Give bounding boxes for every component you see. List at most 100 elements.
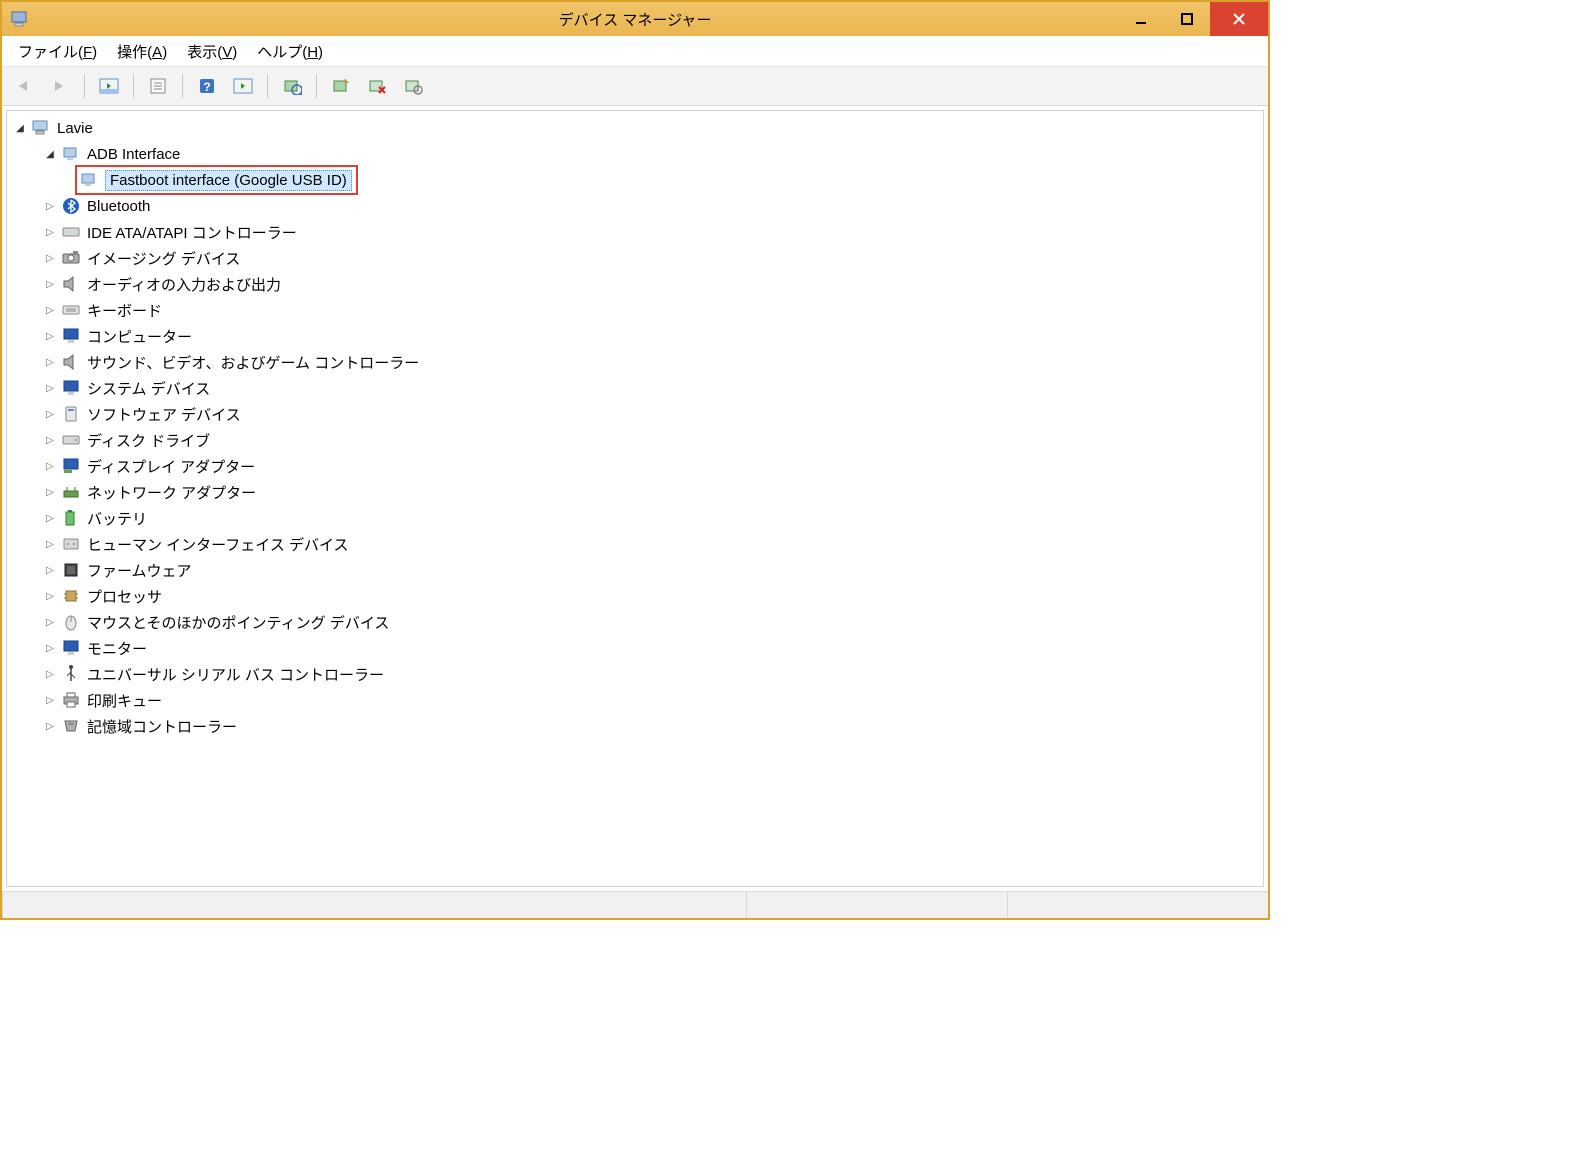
menu-help[interactable]: ヘルプ(H) <box>247 37 333 66</box>
toolbar: ? <box>2 67 1268 106</box>
expander-icon[interactable]: ▷ <box>43 719 57 733</box>
tree-label: Bluetooth <box>87 198 150 215</box>
tree-imaging[interactable]: ▷ イメージング デバイス <box>13 245 1263 271</box>
expander-icon[interactable]: ◢ <box>13 121 27 135</box>
bluetooth-icon <box>61 196 81 216</box>
tree-audio-io[interactable]: ▷ オーディオの入力および出力 <box>13 271 1263 297</box>
toolbar-separator <box>133 74 134 98</box>
expander-icon[interactable]: ▷ <box>43 693 57 707</box>
expander-icon[interactable]: ▷ <box>43 641 57 655</box>
tree-monitor[interactable]: ▷ モニター <box>13 635 1263 661</box>
toolbar-separator <box>267 74 268 98</box>
expander-icon[interactable]: ▷ <box>43 459 57 473</box>
expander-icon[interactable]: ▷ <box>43 381 57 395</box>
menu-file[interactable]: ファイル(F) <box>8 37 107 66</box>
tree-root[interactable]: ◢ Lavie <box>13 115 1263 141</box>
tree-network-adapters[interactable]: ▷ ネットワーク アダプター <box>13 479 1263 505</box>
tree-ide[interactable]: ▷ IDE ATA/ATAPI コントローラー <box>13 219 1263 245</box>
device-tree-panel[interactable]: ◢ Lavie ◢ ADB Interface <box>6 110 1264 887</box>
expander-icon[interactable]: ▷ <box>43 615 57 629</box>
tree-disk-drives[interactable]: ▷ ディスク ドライブ <box>13 427 1263 453</box>
tree-label: ディスプレイ アダプター <box>87 456 255 477</box>
tree-label: モニター <box>87 638 147 659</box>
drive-controller-icon <box>61 222 81 242</box>
enable-device-button[interactable] <box>325 71 357 101</box>
maximize-button[interactable] <box>1164 2 1210 36</box>
monitor-icon <box>61 378 81 398</box>
device-icon <box>79 170 99 190</box>
update-driver-button[interactable] <box>276 71 308 101</box>
chip-icon <box>61 560 81 580</box>
tree-mice[interactable]: ▷ マウスとそのほかのポインティング デバイス <box>13 609 1263 635</box>
tree-usb[interactable]: ▷ ユニバーサル シリアル バス コントローラー <box>13 661 1263 687</box>
forward-button[interactable] <box>44 71 76 101</box>
window-title: デバイス マネージャー <box>2 9 1268 30</box>
tree-bluetooth[interactable]: ▷ Bluetooth <box>13 193 1263 219</box>
tree-label: ネットワーク アダプター <box>87 482 256 503</box>
battery-icon <box>61 508 81 528</box>
help-button[interactable]: ? <box>191 71 223 101</box>
tree-system-devices[interactable]: ▷ システム デバイス <box>13 375 1263 401</box>
expander-icon[interactable]: ▷ <box>43 589 57 603</box>
uninstall-device-button[interactable] <box>361 71 393 101</box>
device-icon <box>61 144 81 164</box>
tree-label: Fastboot interface (Google USB ID) <box>105 170 352 191</box>
disable-device-button[interactable] <box>397 71 429 101</box>
tree-storage-controllers[interactable]: ▷ 記憶域コントローラー <box>13 713 1263 739</box>
menu-view[interactable]: 表示(V) <box>177 37 247 66</box>
tree-hid[interactable]: ▷ ヒューマン インターフェイス デバイス <box>13 531 1263 557</box>
expander-icon[interactable]: ▷ <box>43 199 57 213</box>
tree-computer[interactable]: ▷ コンピューター <box>13 323 1263 349</box>
show-hide-console-button[interactable] <box>93 71 125 101</box>
menubar: ファイル(F) 操作(A) 表示(V) ヘルプ(H) <box>2 36 1268 67</box>
expander-icon[interactable]: ▷ <box>43 485 57 499</box>
tree-display-adapters[interactable]: ▷ ディスプレイ アダプター <box>13 453 1263 479</box>
expander-icon[interactable]: ▷ <box>43 225 57 239</box>
tree-software-devices[interactable]: ▷ ソフトウェア デバイス <box>13 401 1263 427</box>
close-button[interactable] <box>1210 2 1268 36</box>
camera-icon <box>61 248 81 268</box>
tree-label: オーディオの入力および出力 <box>87 274 281 295</box>
tree-label: システム デバイス <box>87 378 210 399</box>
expander-icon[interactable]: ▷ <box>43 355 57 369</box>
tree-firmware[interactable]: ▷ ファームウェア <box>13 557 1263 583</box>
back-button[interactable] <box>8 71 40 101</box>
hid-icon <box>61 534 81 554</box>
expander-icon[interactable]: ▷ <box>43 563 57 577</box>
monitor-icon <box>61 638 81 658</box>
speaker-icon <box>61 274 81 294</box>
status-panel <box>2 892 746 918</box>
toolbar-separator <box>84 74 85 98</box>
tree-fastboot-item[interactable]: Fastboot interface (Google USB ID) <box>13 167 1263 193</box>
disk-icon <box>61 430 81 450</box>
printer-icon <box>61 690 81 710</box>
expander-icon[interactable]: ▷ <box>43 537 57 551</box>
properties-button[interactable] <box>142 71 174 101</box>
expander-icon[interactable]: ▷ <box>43 511 57 525</box>
tree-print-queues[interactable]: ▷ 印刷キュー <box>13 687 1263 713</box>
tree-adb-interface[interactable]: ◢ ADB Interface <box>13 141 1263 167</box>
computer-icon <box>31 118 51 138</box>
expander-icon[interactable]: ▷ <box>43 407 57 421</box>
status-panel <box>746 892 1007 918</box>
menu-action[interactable]: 操作(A) <box>107 37 177 66</box>
tree-label: ディスク ドライブ <box>87 430 210 451</box>
expander-icon[interactable]: ◢ <box>43 147 57 161</box>
scan-hardware-button[interactable] <box>227 71 259 101</box>
tree-label: ソフトウェア デバイス <box>87 404 241 425</box>
tree-sound-video-game[interactable]: ▷ サウンド、ビデオ、およびゲーム コントローラー <box>13 349 1263 375</box>
tree-keyboard[interactable]: ▷ キーボード <box>13 297 1263 323</box>
mouse-icon <box>61 612 81 632</box>
expander-icon[interactable]: ▷ <box>43 329 57 343</box>
tree-label: バッテリ <box>87 508 147 529</box>
minimize-button[interactable] <box>1118 2 1164 36</box>
expander-icon[interactable]: ▷ <box>43 303 57 317</box>
tree-label: コンピューター <box>87 326 192 347</box>
tree-battery[interactable]: ▷ バッテリ <box>13 505 1263 531</box>
tree-processor[interactable]: ▷ プロセッサ <box>13 583 1263 609</box>
expander-icon[interactable]: ▷ <box>43 251 57 265</box>
expander-icon[interactable]: ▷ <box>43 277 57 291</box>
expander-icon[interactable]: ▷ <box>43 433 57 447</box>
app-icon <box>10 9 30 29</box>
expander-icon[interactable]: ▷ <box>43 667 57 681</box>
